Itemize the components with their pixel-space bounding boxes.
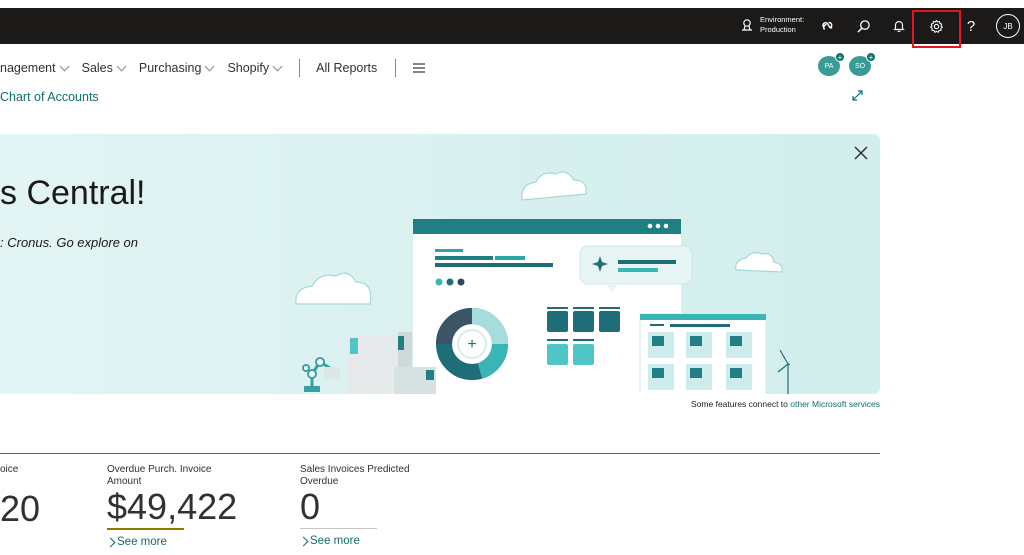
- nav-item-purchasing[interactable]: Purchasing: [138, 61, 215, 75]
- see-more-label: See more: [310, 535, 360, 547]
- tile-label-line2: [0, 476, 40, 488]
- close-icon: [854, 146, 868, 160]
- bell-icon[interactable]: [889, 16, 909, 36]
- see-more-label: See more: [117, 536, 167, 548]
- section-divider: [0, 453, 880, 454]
- environment-icon: [742, 19, 752, 31]
- chevron-right-icon: [298, 536, 309, 546]
- banner-subtitle: : Cronus. Go explore on: [0, 235, 139, 250]
- navigation-bar: nagement Sales Purchasing Shopify All Re…: [0, 58, 440, 78]
- tile-status-bar: [300, 528, 377, 529]
- svg-text:+: +: [467, 336, 476, 353]
- nav-item-sales[interactable]: Sales: [81, 61, 127, 75]
- welcome-banner: s Central! : Cronus. Go explore on +: [0, 134, 880, 394]
- banner-footnote: Some features connect to other Microsoft…: [0, 399, 880, 409]
- tile-value: $49,422: [107, 486, 238, 527]
- chevron-down-icon: [204, 61, 215, 71]
- nav-item-label: Purchasing: [138, 61, 202, 75]
- see-more-link[interactable]: See more: [105, 536, 237, 548]
- chevron-down-icon: [59, 61, 70, 71]
- tile-label: oice: [0, 464, 19, 475]
- search-icon[interactable]: [853, 16, 873, 36]
- nav-item-label: Sales: [81, 61, 113, 75]
- nav-divider: [299, 59, 301, 77]
- tile-value: 0: [300, 486, 321, 527]
- user-badge-so[interactable]: SO +: [849, 52, 876, 76]
- badge-initials: PA: [824, 62, 834, 70]
- nav-divider: [395, 59, 397, 77]
- chevron-right-icon: [105, 537, 116, 547]
- settings-highlight-box: [912, 10, 961, 48]
- nav-item-label: All Reports: [316, 61, 378, 75]
- badge-initials: SO: [854, 62, 866, 70]
- plus-icon: +: [866, 52, 876, 62]
- close-banner-button[interactable]: [852, 144, 870, 162]
- help-icon[interactable]: ?: [961, 16, 981, 36]
- tile-value: 20: [0, 488, 41, 529]
- environment-label: Environment:: [760, 15, 805, 24]
- nav-item-label: Shopify: [227, 61, 270, 75]
- tile-label: Overdue Purch. Invoice: [107, 464, 212, 475]
- user-badge-pa[interactable]: PA +: [818, 52, 845, 76]
- nav-item-management[interactable]: nagement: [0, 61, 70, 75]
- user-avatar[interactable]: JB: [996, 14, 1020, 38]
- nav-item-all-reports[interactable]: All Reports: [316, 61, 377, 75]
- chevron-down-icon: [272, 61, 283, 71]
- copilot-icon[interactable]: [817, 16, 837, 36]
- footnote-text: Some features connect to: [691, 399, 791, 409]
- kpi-tile-overdue-purch-invoice[interactable]: Overdue Purch. Invoice Amount $49,422 Se…: [105, 464, 238, 548]
- environment-indicator[interactable]: Environment: Production: [740, 15, 804, 35]
- plus-icon: +: [835, 52, 845, 62]
- see-more-link[interactable]: See more: [298, 535, 410, 547]
- expand-icon[interactable]: [851, 89, 864, 107]
- kpi-tile-sales-invoices-predicted-overdue[interactable]: Sales Invoices Predicted Overdue 0 See m…: [298, 464, 410, 547]
- top-bar: Environment: Production ? JB: [0, 8, 1024, 48]
- kpi-tile[interactable]: oice 20: [0, 464, 40, 528]
- banner-title: s Central!: [0, 174, 146, 212]
- microsoft-services-link[interactable]: other Microsoft services: [790, 399, 880, 409]
- hamburger-menu-icon[interactable]: [412, 63, 426, 73]
- tile-label: Sales Invoices Predicted: [300, 464, 410, 475]
- chevron-down-icon: [116, 61, 127, 71]
- tile-status-bar: [107, 528, 184, 530]
- nav-item-shopify[interactable]: Shopify: [227, 61, 283, 75]
- banner-illustration: +: [295, 171, 790, 394]
- chart-of-accounts-link[interactable]: Chart of Accounts: [0, 90, 99, 104]
- environment-value: Production: [760, 25, 796, 34]
- nav-item-label: nagement: [0, 61, 56, 75]
